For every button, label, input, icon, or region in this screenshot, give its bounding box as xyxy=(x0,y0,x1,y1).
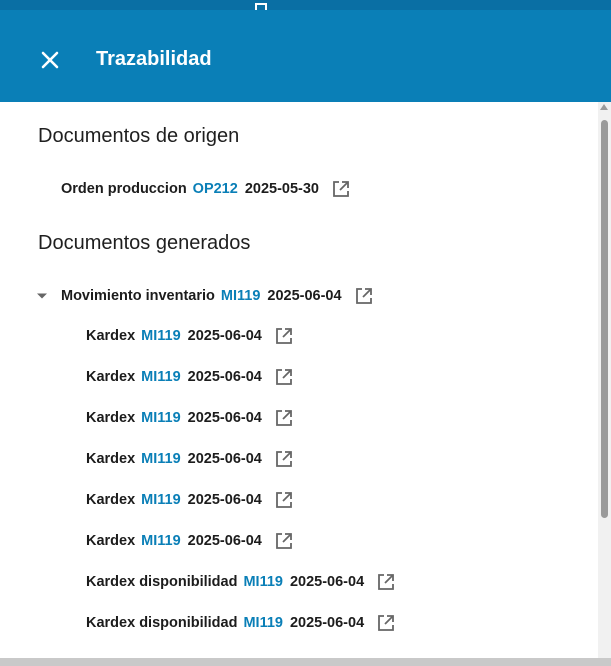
child-item-code-link[interactable]: MI119 xyxy=(141,451,181,467)
child-item-label: Kardex disponibilidad xyxy=(86,615,238,631)
generated-child-item: Kardex MI119 2025-06-04 xyxy=(86,324,294,348)
child-item-date: 2025-06-04 xyxy=(187,533,262,549)
origin-item-date: 2025-05-30 xyxy=(244,181,319,197)
generated-child-item: Kardex MI119 2025-06-04 xyxy=(86,447,294,471)
child-item-code-link[interactable]: MI119 xyxy=(141,369,181,385)
scroll-up-arrow-icon[interactable] xyxy=(600,104,608,110)
scroll-thumb[interactable] xyxy=(601,120,608,518)
child-item-date: 2025-06-04 xyxy=(187,328,262,344)
parent-item-label: Movimiento inventario xyxy=(61,288,215,304)
generated-child-item: Kardex MI119 2025-06-04 xyxy=(86,488,294,512)
generated-parent-item: Movimiento inventario MI119 2025-06-04 xyxy=(61,284,374,308)
origin-item-label: Orden produccion xyxy=(61,181,187,197)
generated-heading: Documentos generados xyxy=(38,232,251,254)
child-item-code-link[interactable]: MI119 xyxy=(141,410,181,426)
child-item-code-link[interactable]: MI119 xyxy=(243,574,283,590)
child-item-date: 2025-06-04 xyxy=(187,410,262,426)
dialog-header: Trazabilidad xyxy=(0,10,611,102)
traceability-dialog: Trazabilidad Documentos de origen Orden … xyxy=(0,0,611,666)
generated-child-item: Kardex disponibilidad MI119 2025-06-04 xyxy=(86,570,396,594)
dialog-content: Documentos de origen Orden produccion OP… xyxy=(0,102,598,666)
generated-child-item: Kardex MI119 2025-06-04 xyxy=(86,406,294,430)
child-item-label: Kardex xyxy=(86,492,136,508)
close-icon xyxy=(41,51,59,69)
open-external-icon[interactable] xyxy=(274,367,294,387)
child-item-label: Kardex xyxy=(86,451,136,467)
child-item-code-link[interactable]: MI119 xyxy=(141,533,181,549)
open-external-icon[interactable] xyxy=(274,408,294,428)
drag-handle-icon[interactable] xyxy=(255,0,267,10)
vertical-scrollbar[interactable] xyxy=(598,102,611,666)
generated-child-item: Kardex disponibilidad MI119 2025-06-04 xyxy=(86,611,396,635)
parent-item-code-link[interactable]: MI119 xyxy=(221,288,261,304)
child-item-code-link[interactable]: MI119 xyxy=(243,615,283,631)
open-external-icon[interactable] xyxy=(274,326,294,346)
open-external-icon[interactable] xyxy=(274,449,294,469)
open-external-icon[interactable] xyxy=(331,179,351,199)
child-item-date: 2025-06-04 xyxy=(187,369,262,385)
child-item-label: Kardex xyxy=(86,410,136,426)
open-external-icon[interactable] xyxy=(274,490,294,510)
dialog-title: Trazabilidad xyxy=(96,48,212,70)
open-external-icon[interactable] xyxy=(376,572,396,592)
child-item-label: Kardex xyxy=(86,369,136,385)
close-button[interactable] xyxy=(36,46,64,74)
child-item-label: Kardex xyxy=(86,328,136,344)
bottom-shade xyxy=(0,658,611,666)
caret-down-icon[interactable] xyxy=(37,291,47,301)
generated-child-item: Kardex MI119 2025-06-04 xyxy=(86,365,294,389)
open-external-icon[interactable] xyxy=(376,613,396,633)
child-item-date: 2025-06-04 xyxy=(187,492,262,508)
child-item-label: Kardex disponibilidad xyxy=(86,574,238,590)
origin-item: Orden produccion OP212 2025-05-30 xyxy=(61,177,351,201)
open-external-icon[interactable] xyxy=(274,531,294,551)
child-item-date: 2025-06-04 xyxy=(187,451,262,467)
child-item-code-link[interactable]: MI119 xyxy=(141,328,181,344)
child-item-code-link[interactable]: MI119 xyxy=(141,492,181,508)
top-strip xyxy=(0,0,611,10)
origin-item-code-link[interactable]: OP212 xyxy=(193,181,238,197)
child-item-label: Kardex xyxy=(86,533,136,549)
origin-heading: Documentos de origen xyxy=(38,125,240,147)
child-item-date: 2025-06-04 xyxy=(289,574,365,590)
parent-item-date: 2025-06-04 xyxy=(267,288,342,304)
open-external-icon[interactable] xyxy=(354,286,374,306)
child-item-date: 2025-06-04 xyxy=(289,615,365,631)
generated-child-item: Kardex MI119 2025-06-04 xyxy=(86,529,294,553)
